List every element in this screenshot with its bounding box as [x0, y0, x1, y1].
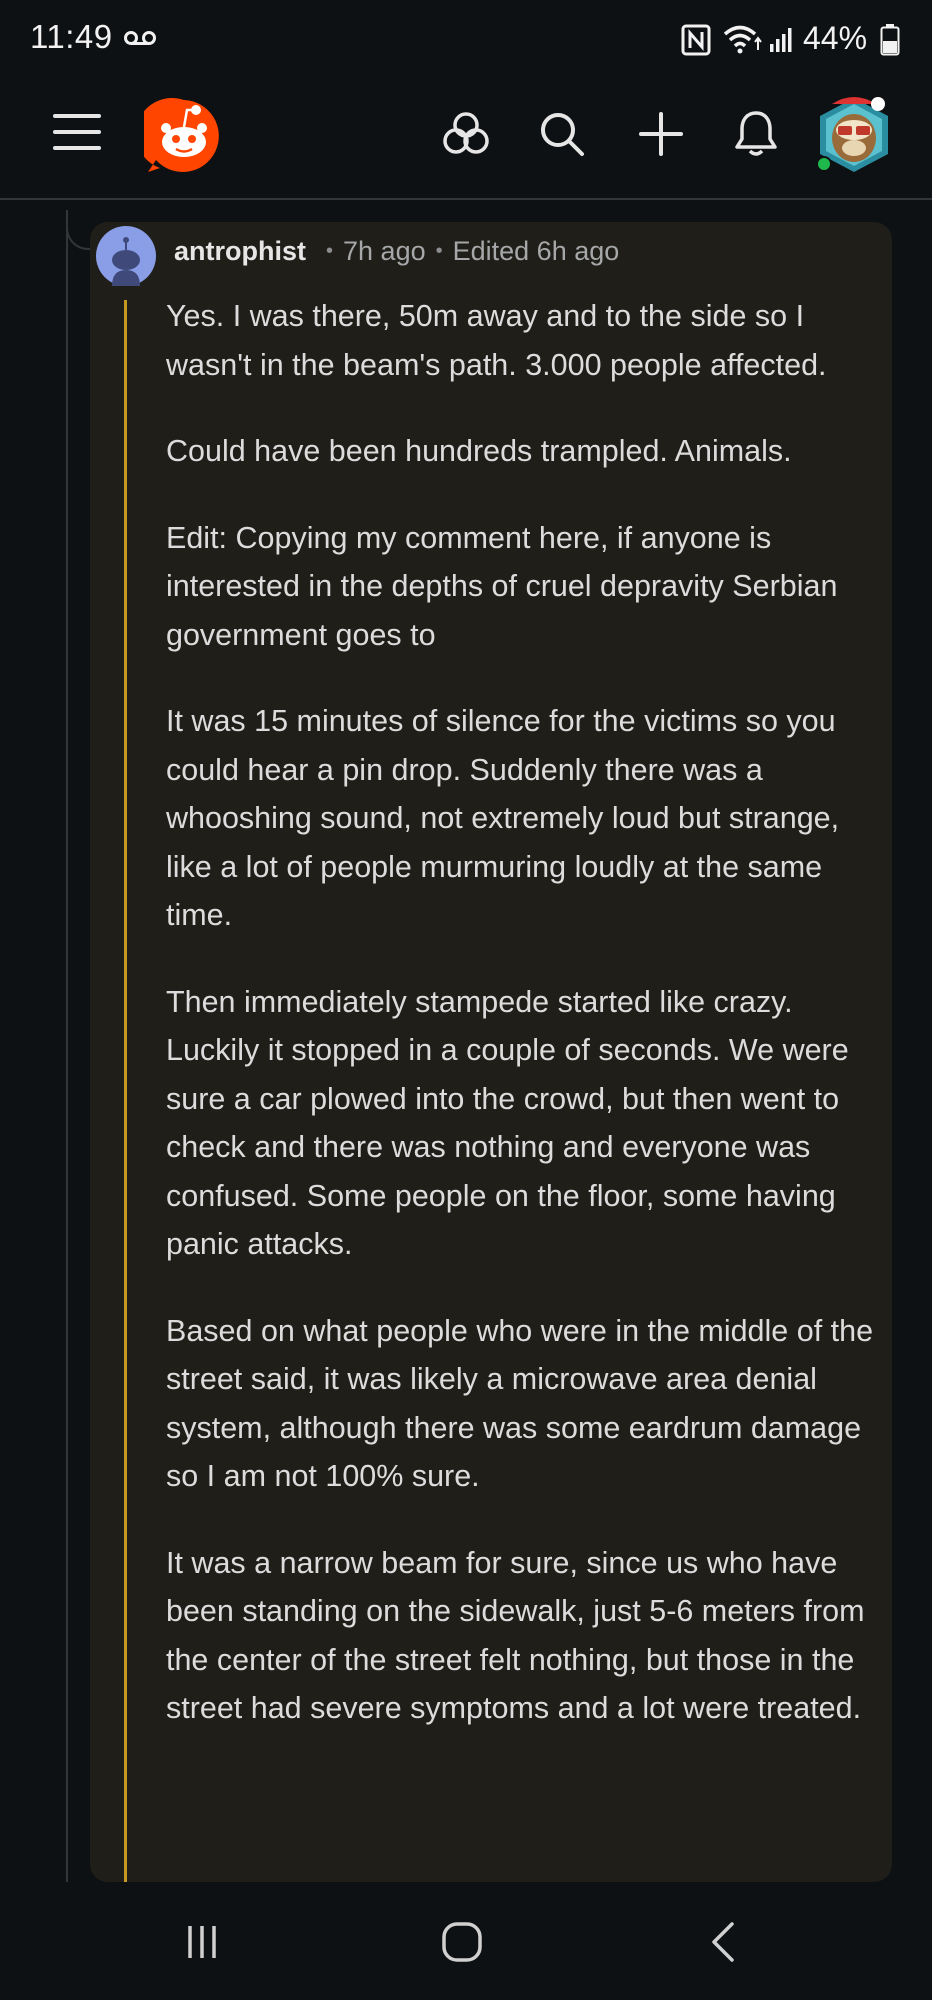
meta-separator: •	[326, 240, 334, 262]
back-button[interactable]	[684, 1912, 764, 1972]
system-nav-bar	[0, 1882, 932, 2000]
snoo-avatar-icon	[96, 226, 156, 286]
recents-icon	[188, 1926, 216, 1958]
comment-edited-label: Edited 6h ago	[452, 236, 620, 266]
recents-button[interactable]	[162, 1912, 242, 1972]
voicemail-icon	[124, 30, 156, 51]
comment-collapse-line[interactable]	[124, 300, 127, 1884]
chat-icon	[443, 112, 489, 154]
comment-card: antrophist • 7h ago • Edited 6h ago Yes.…	[90, 222, 892, 1884]
home-button[interactable]	[422, 1912, 502, 1972]
status-time: 11:49	[30, 18, 113, 55]
battery-icon	[880, 24, 900, 61]
user-avatar-button[interactable]	[814, 90, 894, 178]
parent-thread-line[interactable]	[66, 210, 68, 1882]
notifications-button[interactable]	[726, 104, 786, 164]
reddit-logo[interactable]	[144, 96, 224, 176]
comment-meta: antrophist • 7h ago • Edited 6h ago	[174, 236, 619, 267]
search-button[interactable]	[532, 104, 592, 164]
comment-timestamp: 7h ago	[343, 236, 426, 266]
comment-paragraph: It was 15 minutes of silence for the vic…	[166, 704, 840, 932]
user-avatar	[816, 97, 888, 172]
comment-body: Yes. I was there, 50m away and to the si…	[166, 292, 886, 1771]
signal-icon	[768, 24, 798, 59]
meta-separator: •	[435, 240, 443, 262]
comment-author[interactable]: antrophist	[174, 236, 306, 267]
wifi-icon	[722, 22, 762, 61]
comment-thread: antrophist • 7h ago • Edited 6h ago Yes.…	[0, 200, 932, 1884]
chat-button[interactable]	[436, 104, 496, 164]
reddit-logo-icon	[144, 98, 219, 172]
comment-paragraph: Based on what people who were in the mid…	[166, 1313, 874, 1494]
back-icon	[712, 1922, 734, 1962]
comment-paragraph: Edit: Copying my comment here, if anyone…	[166, 520, 838, 652]
home-icon	[442, 1922, 482, 1962]
search-icon	[541, 113, 584, 156]
comment-paragraph: Then immediately stampede started like c…	[166, 984, 849, 1262]
nfc-icon	[681, 24, 711, 61]
menu-icon	[53, 114, 101, 150]
comment-paragraph: Yes. I was there, 50m away and to the si…	[166, 299, 827, 382]
comment-paragraph: Could have been hundreds trampled. Anima…	[166, 434, 792, 468]
create-post-button[interactable]	[631, 104, 691, 164]
bell-icon	[735, 111, 777, 156]
battery-percentage: 44%	[803, 20, 868, 56]
status-bar: 11:49 44%	[0, 0, 932, 64]
plus-icon	[639, 112, 683, 156]
menu-button[interactable]	[44, 104, 110, 160]
app-header	[0, 64, 932, 200]
comment-paragraph: It was a narrow beam for sure, since us …	[166, 1545, 865, 1726]
comment-author-avatar[interactable]	[96, 226, 156, 286]
